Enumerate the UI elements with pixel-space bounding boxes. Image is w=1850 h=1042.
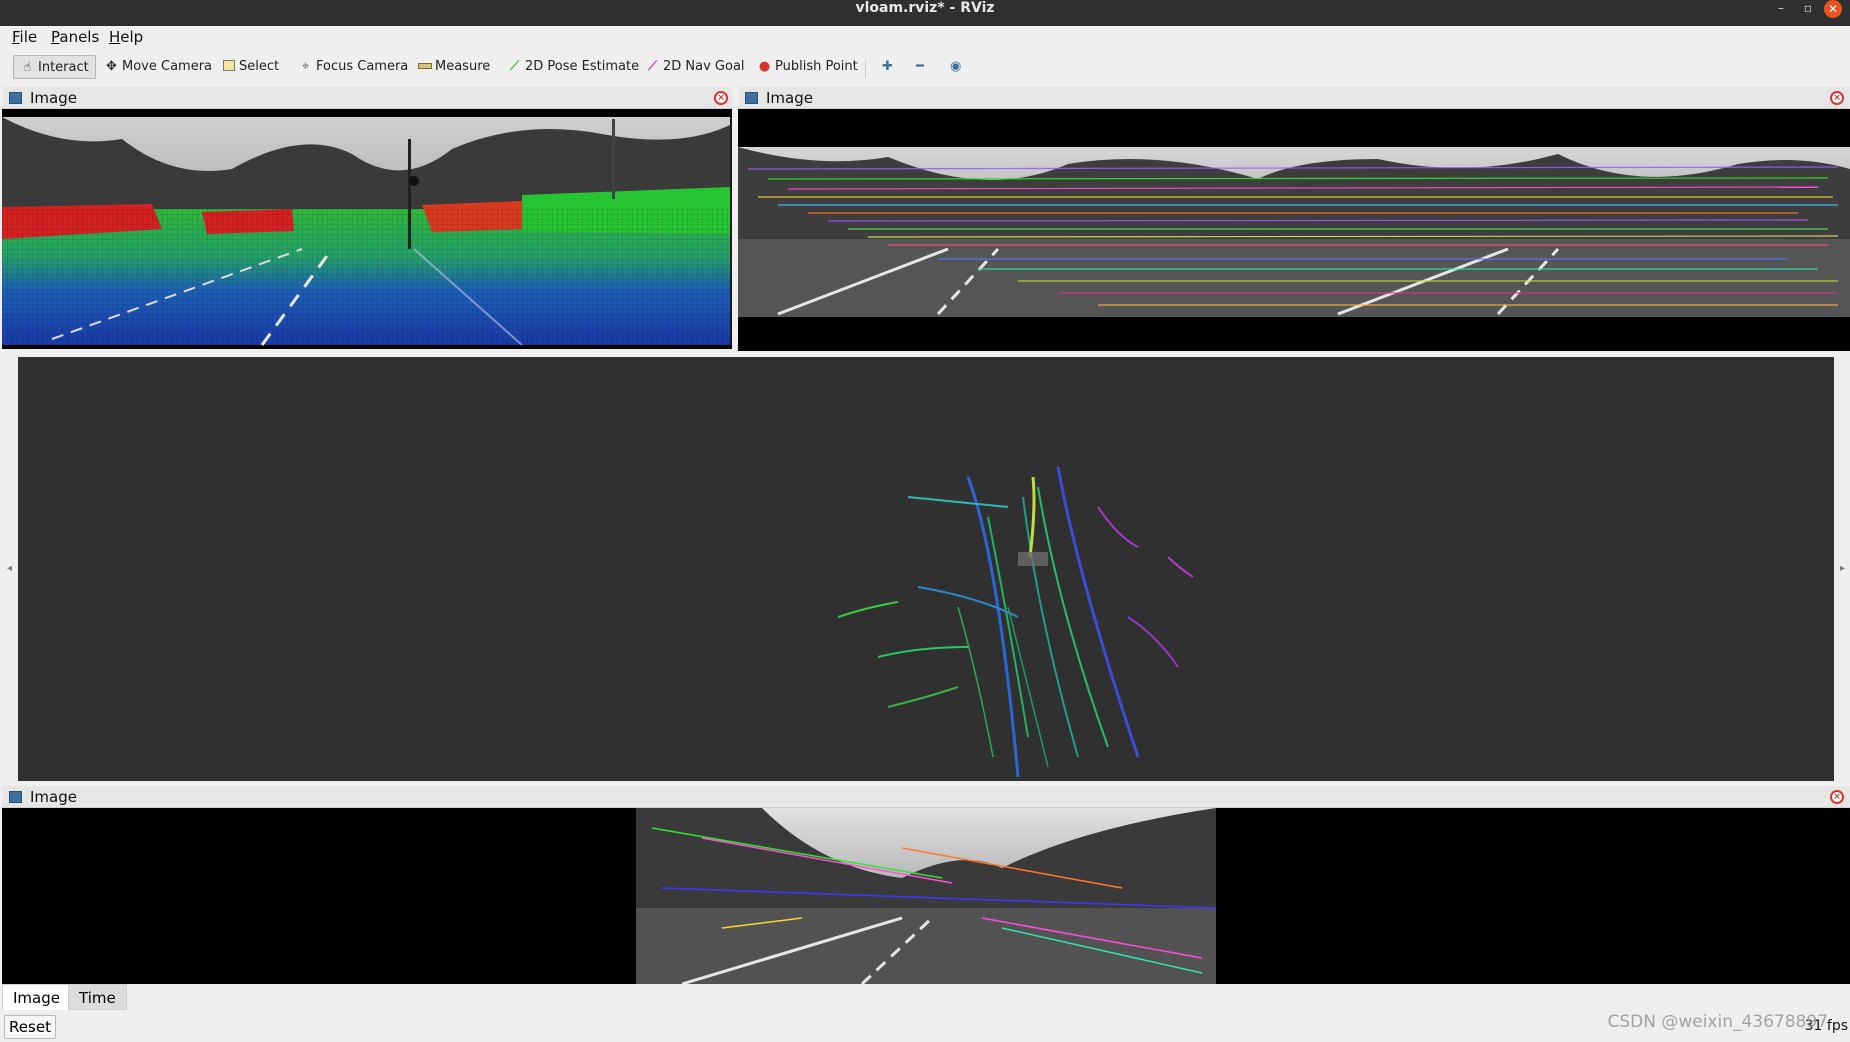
select-box-icon bbox=[221, 55, 236, 79]
magenta-arrow-icon: ⟋ bbox=[647, 59, 658, 74]
interact-tool-button[interactable]: ☝ Interact bbox=[13, 55, 96, 79]
close-panel-icon[interactable]: × bbox=[1830, 790, 1844, 804]
image-view-stereo-matches bbox=[738, 109, 1850, 351]
image-view-feature-tracks bbox=[2, 808, 1850, 984]
focus-camera-label: Focus Camera bbox=[316, 59, 409, 74]
image-panel-title: Image bbox=[766, 89, 813, 107]
menu-help[interactable]: Help bbox=[109, 28, 143, 46]
status-bar: Reset 31 fps bbox=[0, 1012, 1850, 1042]
move-camera-tool-button[interactable]: ✥ Move Camera bbox=[104, 55, 212, 79]
close-panel-icon[interactable]: × bbox=[714, 91, 728, 105]
publish-point-label: Publish Point bbox=[775, 59, 858, 74]
nav-goal-label: 2D Nav Goal bbox=[663, 59, 745, 74]
image-panel-title: Image bbox=[30, 89, 77, 107]
select-label: Select bbox=[239, 59, 280, 74]
collapse-left-arrow-icon[interactable]: ◂ bbox=[7, 563, 12, 574]
crosshair-icon: ⌖ bbox=[301, 59, 310, 74]
move-camera-label: Move Camera bbox=[122, 59, 213, 74]
reset-button[interactable]: Reset bbox=[4, 1015, 56, 1039]
add-tool-icon[interactable]: ✚ bbox=[882, 55, 893, 79]
pose-estimate-tool-button[interactable]: ⟋ 2D Pose Estimate bbox=[507, 55, 639, 79]
image-panel-header-top-right: Image × bbox=[738, 87, 1850, 109]
image-panel-header-top-left: Image × bbox=[2, 87, 732, 109]
ruler-icon bbox=[417, 55, 432, 79]
nav-goal-tool-button[interactable]: ⟋ 2D Nav Goal bbox=[645, 55, 745, 79]
tool-properties-eye-icon[interactable]: ◉ bbox=[950, 55, 961, 79]
toolbar-separator bbox=[865, 60, 866, 78]
image-panel-icon bbox=[9, 791, 22, 803]
window-title: vloam.rviz* - RViz bbox=[855, 0, 995, 16]
move-arrows-icon: ✥ bbox=[106, 59, 117, 74]
minimize-button[interactable]: – bbox=[1778, 0, 1784, 16]
close-panel-icon[interactable]: × bbox=[1830, 91, 1844, 105]
pose-estimate-label: 2D Pose Estimate bbox=[525, 59, 640, 74]
watermark-text: CSDN @weixin_43678897 bbox=[1607, 1012, 1828, 1032]
menu-panels[interactable]: Panels bbox=[51, 28, 99, 46]
menubar: File Panels Help bbox=[0, 26, 1850, 48]
window-titlebar: vloam.rviz* - RViz bbox=[0, 0, 1850, 26]
measure-tool-button[interactable]: Measure bbox=[417, 55, 490, 79]
image-panel-header-bottom: Image × bbox=[2, 786, 1850, 808]
tab-image[interactable]: Image bbox=[2, 984, 71, 1010]
image-panel-icon bbox=[745, 92, 758, 104]
select-tool-button[interactable]: Select bbox=[221, 55, 279, 79]
interact-label: Interact bbox=[38, 60, 89, 75]
remove-tool-icon[interactable]: ━ bbox=[916, 55, 924, 79]
hand-pointer-icon: ☝ bbox=[23, 60, 32, 75]
restore-button[interactable]: ▫ bbox=[1804, 0, 1812, 16]
tools-toolbar: ☝ Interact ✥ Move Camera Select ⌖ Focus Cam… bbox=[0, 48, 1850, 86]
publish-point-tool-button[interactable]: ● Publish Point bbox=[757, 55, 858, 79]
image-panel-title: Image bbox=[30, 788, 77, 806]
bottom-tab-bar: Image Time bbox=[0, 984, 1850, 1012]
3d-render-view[interactable] bbox=[18, 357, 1834, 781]
menu-file[interactable]: File bbox=[12, 28, 37, 46]
collapse-right-arrow-icon[interactable]: ▸ bbox=[1840, 563, 1845, 574]
measure-label: Measure bbox=[435, 59, 491, 74]
green-arrow-icon: ⟋ bbox=[509, 59, 520, 74]
map-pin-icon: ● bbox=[758, 59, 771, 74]
image-view-depth-overlay bbox=[2, 109, 732, 349]
focus-camera-tool-button[interactable]: ⌖ Focus Camera bbox=[298, 55, 408, 79]
image-panel-icon bbox=[9, 92, 22, 104]
close-window-button[interactable]: ✕ bbox=[1824, 0, 1842, 18]
tab-time[interactable]: Time bbox=[68, 984, 127, 1010]
